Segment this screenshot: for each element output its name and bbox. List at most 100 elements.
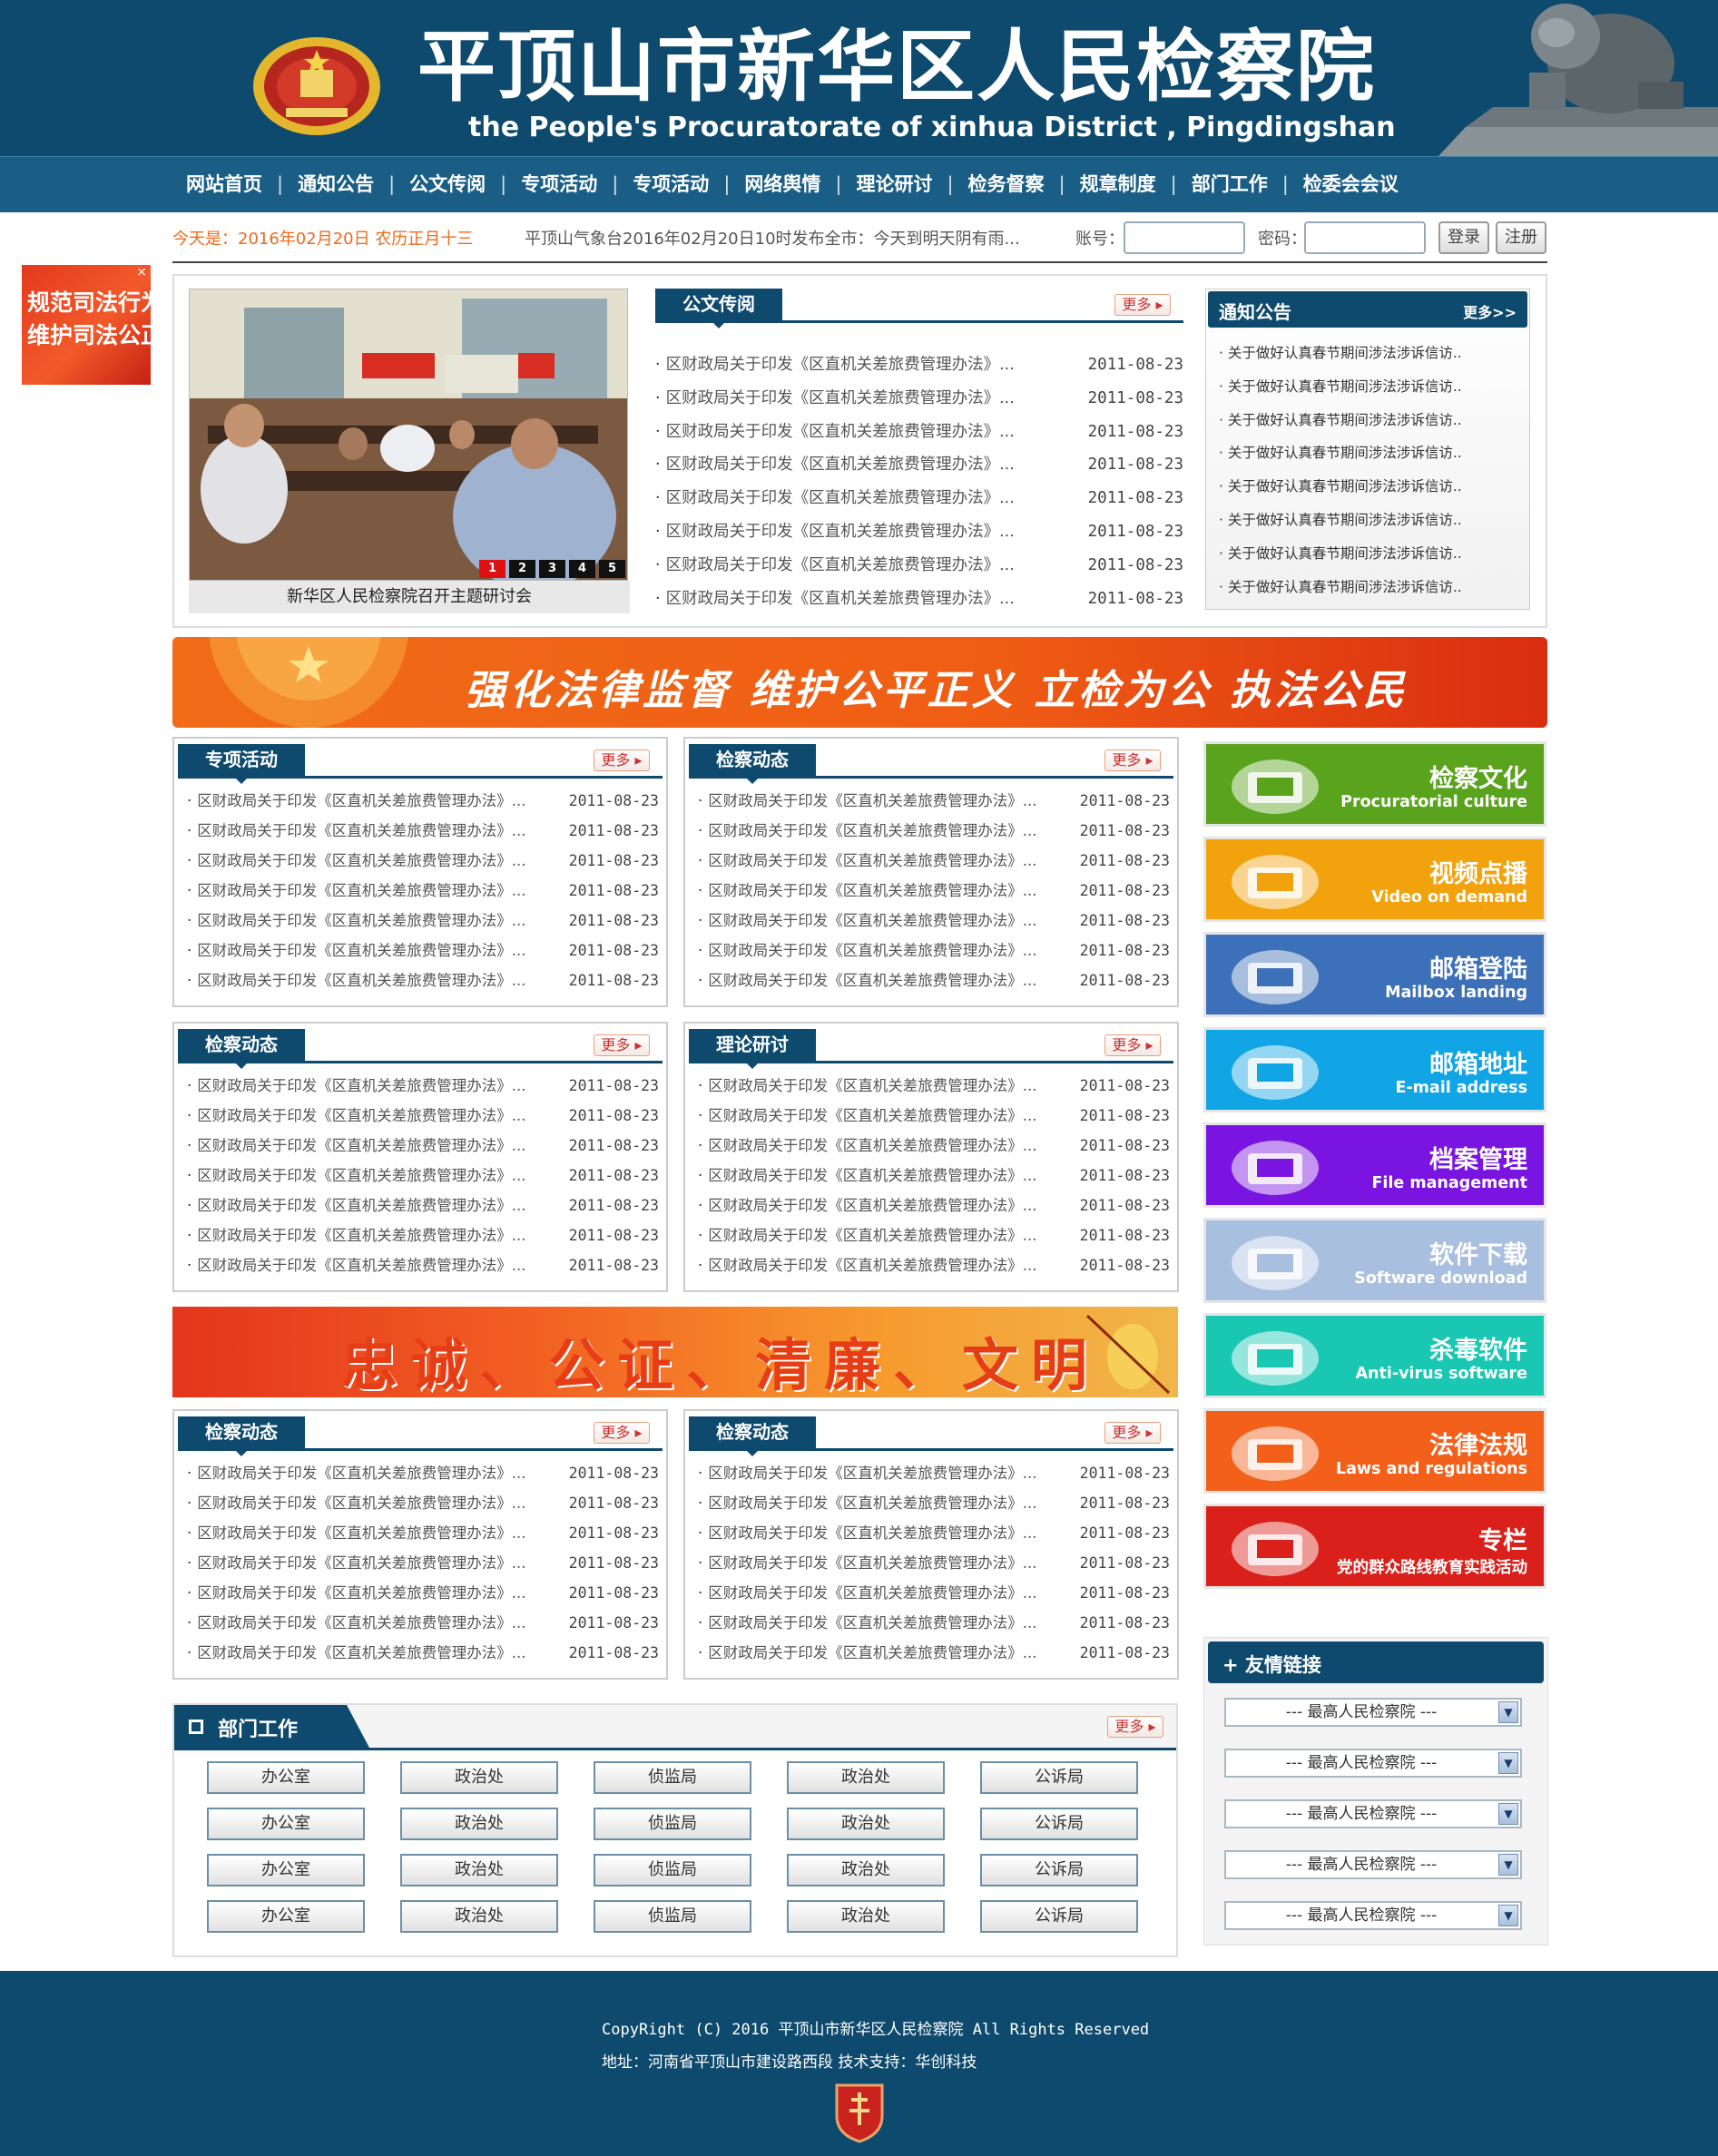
news-box-more-button[interactable]: 更多 ▸ [594,1422,650,1444]
list-item[interactable]: · 区财政局关于印发《区直机关差旅费管理办法》... 2011-08-23 [187,1101,659,1131]
list-item[interactable]: · 区财政局关于印发《区直机关差旅费管理办法》... 2011-08-23 [698,846,1170,876]
news-box-more-button[interactable]: 更多 ▸ [1104,1422,1161,1444]
list-item[interactable]: · 区财政局关于印发《区直机关差旅费管理办法》... 2011-08-23 [655,549,1183,583]
list-item[interactable]: · 关于做好认真春节期间涉法涉诉信访.. [1219,404,1462,437]
list-item[interactable]: · 区财政局关于印发《区直机关差旅费管理办法》... 2011-08-23 [655,583,1183,616]
footer-badge-logo[interactable] [833,2080,886,2143]
tile-4[interactable]: 档案管理 File management [1203,1122,1546,1208]
chevron-down-icon[interactable]: ▼ [1498,1752,1518,1774]
department-button[interactable]: 侦监局 [594,1900,751,1933]
department-button[interactable]: 侦监局 [594,1854,751,1886]
department-button[interactable]: 政治处 [787,1900,945,1933]
slide-page-4[interactable]: 4 [569,560,595,578]
department-more-button[interactable]: 更多 ▸ [1107,1716,1163,1738]
list-item[interactable]: · 关于做好认真春节期间涉法涉诉信访.. [1219,470,1462,504]
news-box-more-button[interactable]: 更多 ▸ [594,1034,650,1056]
list-item[interactable]: · 区财政局关于印发《区直机关差旅费管理办法》... 2011-08-23 [698,1578,1170,1608]
list-item[interactable]: · 关于做好认真春节期间涉法涉诉信访.. [1219,504,1462,537]
list-item[interactable]: · 区财政局关于印发《区直机关差旅费管理办法》... 2011-08-23 [187,846,659,876]
list-item[interactable]: · 区财政局关于印发《区直机关差旅费管理办法》... 2011-08-23 [698,1161,1170,1191]
list-item[interactable]: · 区财政局关于印发《区直机关差旅费管理办法》... 2011-08-23 [655,515,1183,549]
department-button[interactable]: 侦监局 [594,1761,751,1794]
department-button[interactable]: 政治处 [400,1900,558,1933]
list-item[interactable]: · 区财政局关于印发《区直机关差旅费管理办法》... 2011-08-23 [655,382,1183,416]
tile-2[interactable]: 邮箱登陆 Mailbox landing [1203,932,1546,1017]
chevron-down-icon[interactable]: ▼ [1498,1701,1518,1723]
department-button[interactable]: 公诉局 [980,1854,1138,1886]
tile-7[interactable]: 法律法规 Laws and regulations [1203,1408,1546,1494]
nav-item-special-activities[interactable]: 专项活动 | [521,170,633,199]
slide-page-1[interactable]: 1 [479,560,506,578]
close-icon[interactable]: × [136,265,147,279]
list-item[interactable]: · 区财政局关于印发《区直机关差旅费管理办法》... 2011-08-23 [698,1638,1170,1668]
nav-item-special-activities-2[interactable]: 专项活动 | [633,170,744,199]
account-input[interactable] [1124,221,1245,254]
tile-1[interactable]: 视频点播 Video on demand [1203,837,1546,922]
floating-ad[interactable]: 规范司法行为 维护司法公正 × [22,265,151,385]
list-item[interactable]: · 区财政局关于印发《区直机关差旅费管理办法》... 2011-08-23 [187,965,659,995]
friend-links-select[interactable]: --- 最高人民检察院 --- ▼ [1224,1698,1522,1727]
list-item[interactable]: · 区财政局关于印发《区直机关差旅费管理办法》... 2011-08-23 [655,416,1183,449]
friend-links-select[interactable]: --- 最高人民检察院 --- ▼ [1224,1749,1522,1778]
list-item[interactable]: · 关于做好认真春节期间涉法涉诉信访.. [1219,537,1462,571]
nav-item-inspection[interactable]: 检务督察 | [968,170,1080,199]
nav-item-notices[interactable]: 通知公告 | [298,170,409,199]
department-button[interactable]: 办公室 [207,1808,365,1840]
department-button[interactable]: 办公室 [207,1900,365,1933]
department-button[interactable]: 办公室 [207,1854,365,1886]
list-item[interactable]: · 关于做好认真春节期间涉法涉诉信访.. [1219,337,1462,370]
department-button[interactable]: 公诉局 [980,1761,1138,1794]
department-button[interactable]: 公诉局 [980,1808,1138,1840]
list-item[interactable]: · 区财政局关于印发《区直机关差旅费管理办法》... 2011-08-23 [698,936,1170,965]
list-item[interactable]: · 关于做好认真春节期间涉法涉诉信访.. [1219,571,1462,604]
list-item[interactable]: · 区财政局关于印发《区直机关差旅费管理办法》... 2011-08-23 [698,1548,1170,1578]
list-item[interactable]: · 区财政局关于印发《区直机关差旅费管理办法》... 2011-08-23 [655,448,1183,482]
friend-links-select[interactable]: --- 最高人民检察院 --- ▼ [1224,1901,1522,1930]
list-item[interactable]: · 区财政局关于印发《区直机关差旅费管理办法》... 2011-08-23 [187,1518,659,1548]
slide-page-3[interactable]: 3 [539,560,565,578]
password-input[interactable] [1304,221,1426,254]
nav-item-committee[interactable]: 检委会会议 [1303,170,1399,199]
department-button[interactable]: 政治处 [400,1854,558,1886]
nav-item-regulations[interactable]: 规章制度 | [1080,170,1192,199]
register-button[interactable]: 注册 [1496,221,1546,254]
chevron-down-icon[interactable]: ▼ [1498,1803,1518,1825]
news-box-more-button[interactable]: 更多 ▸ [1104,750,1161,771]
tile-6[interactable]: 杀毒软件 Anti-virus software [1203,1313,1546,1398]
slogan-banner[interactable]: 强化法律监督 维护公平正义 立检为公 执法公民 [172,637,1547,728]
list-item[interactable]: · 区财政局关于印发《区直机关差旅费管理办法》... 2011-08-23 [655,348,1183,382]
list-item[interactable]: · 区财政局关于印发《区直机关差旅费管理办法》... 2011-08-23 [187,1161,659,1191]
list-item[interactable]: · 区财政局关于印发《区直机关差旅费管理办法》... 2011-08-23 [187,1220,659,1250]
list-item[interactable]: · 区财政局关于印发《区直机关差旅费管理办法》... 2011-08-23 [698,906,1170,936]
department-button[interactable]: 政治处 [787,1854,945,1886]
slide-page-2[interactable]: 2 [509,560,535,578]
department-button[interactable]: 公诉局 [980,1900,1138,1933]
nav-item-public-opinion[interactable]: 网络舆情 | [744,170,856,199]
news-box-more-button[interactable]: 更多 ▸ [1104,1034,1161,1056]
login-button[interactable]: 登录 [1438,221,1489,254]
tile-8[interactable]: 专栏 党的群众路线教育实践活动 [1203,1504,1546,1589]
list-item[interactable]: · 区财政局关于印发《区直机关差旅费管理办法》... 2011-08-23 [187,1578,659,1608]
list-item[interactable]: · 区财政局关于印发《区直机关差旅费管理办法》... 2011-08-23 [187,1191,659,1220]
list-item[interactable]: · 区财政局关于印发《区直机关差旅费管理办法》... 2011-08-23 [187,936,659,965]
list-item[interactable]: · 区财政局关于印发《区直机关差旅费管理办法》... 2011-08-23 [698,965,1170,995]
list-item[interactable]: · 区财政局关于印发《区直机关差旅费管理办法》... 2011-08-23 [187,1458,659,1488]
list-item[interactable]: · 区财政局关于印发《区直机关差旅费管理办法》... 2011-08-23 [187,876,659,906]
department-button[interactable]: 政治处 [787,1808,945,1840]
slideshow-image[interactable]: 1 2 3 4 5 [189,289,628,581]
nav-item-home[interactable]: 网站首页 | [186,170,298,199]
list-item[interactable]: · 区财政局关于印发《区直机关差旅费管理办法》... 2011-08-23 [698,786,1170,816]
tile-5[interactable]: 软件下载 Software download [1203,1218,1546,1303]
list-item[interactable]: · 区财政局关于印发《区直机关差旅费管理办法》... 2011-08-23 [698,1488,1170,1518]
nav-item-theory[interactable]: 理论研讨 | [856,170,967,199]
weather-ticker[interactable]: 平顶山气象台2016年02月20日10时发布全市：今天到明天阴有雨... [525,226,1020,250]
list-item[interactable]: · 关于做好认真春节期间涉法涉诉信访.. [1219,370,1462,404]
department-button[interactable]: 政治处 [787,1761,945,1794]
nav-item-departments[interactable]: 部门工作 | [1192,170,1303,199]
notice-more-link[interactable]: 更多>> [1463,300,1517,322]
list-item[interactable]: · 区财政局关于印发《区直机关差旅费管理办法》... 2011-08-23 [187,1608,659,1638]
list-item[interactable]: · 区财政局关于印发《区直机关差旅费管理办法》... 2011-08-23 [698,1250,1170,1280]
list-item[interactable]: · 区财政局关于印发《区直机关差旅费管理办法》... 2011-08-23 [655,482,1183,515]
list-item[interactable]: · 区财政局关于印发《区直机关差旅费管理办法》... 2011-08-23 [698,1518,1170,1548]
list-item[interactable]: · 区财政局关于印发《区直机关差旅费管理办法》... 2011-08-23 [698,1608,1170,1638]
